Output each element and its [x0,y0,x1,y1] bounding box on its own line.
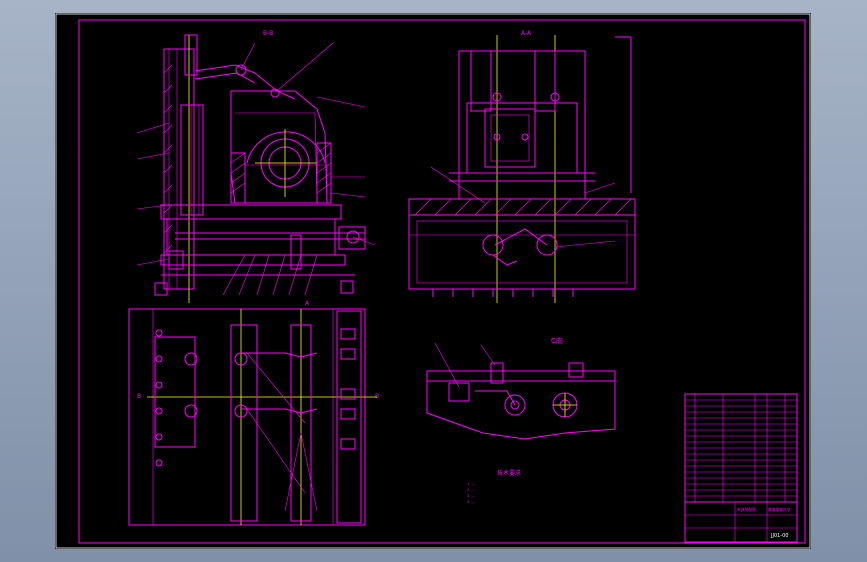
tech-requirement-line-3: 3. ... [467,494,475,498]
title-block-drawing-number: JJ01-00 [770,533,788,539]
view-plan: A B B [128,300,379,526]
tech-requirement-line-4: 4. ... [467,500,475,504]
view-section-aa: A-A [408,30,636,303]
view-c: C向 [426,336,616,440]
drawing-frame [78,19,806,544]
view-section-bb: B-B [136,30,376,303]
drawing-canvas: B-B A-A A B B C向 技术要求 1. ... 2. ... 3. .… [55,13,811,549]
title-block-drawing-name: 夹具装配图 [737,507,756,512]
tech-requirement-line-1: 1. ... [467,482,475,486]
section-aa-label: A-A [521,30,532,37]
arrow-b-right-label: B [375,393,379,400]
tech-requirements: 技术要求 1. ... 2. ... 3. ... 4. ... [467,469,521,504]
section-bb-label: B-B [263,30,273,37]
parts-list [684,393,798,503]
title-block: 某某某某大学 夹具装配图 JJ01-00 [684,501,798,543]
drawing-sheet[interactable]: B-B A-A A B B C向 技术要求 1. ... 2. ... 3. .… [55,13,811,549]
view-c-label: C向 [551,336,563,345]
tech-requirement-line-2: 2. ... [467,488,475,492]
tech-requirements-title: 技术要求 [497,469,521,477]
arrow-b-left-label: B [137,393,141,400]
title-block-school: 某某某某大学 [768,507,791,512]
arrow-a-label: A [305,300,310,307]
